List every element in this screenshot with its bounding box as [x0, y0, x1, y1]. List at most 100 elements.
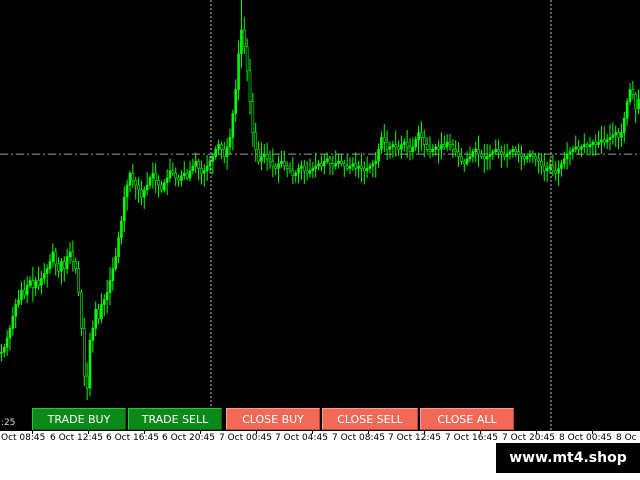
candle-body — [8, 328, 12, 339]
candle-body — [428, 149, 432, 152]
candle-body — [282, 160, 286, 167]
candle-body — [357, 165, 360, 169]
candle-body — [148, 177, 152, 186]
candle-body — [520, 153, 523, 157]
candle-body — [302, 165, 306, 172]
candle-body — [48, 261, 52, 269]
candle-body — [354, 163, 358, 169]
candle-body — [25, 285, 29, 296]
candle-body — [408, 146, 412, 153]
candle-body — [288, 168, 292, 172]
candle-body — [614, 132, 618, 136]
candle-body — [351, 163, 355, 167]
candle-body — [468, 156, 472, 160]
candle-body — [128, 172, 132, 186]
candle-body — [308, 170, 312, 174]
candle-body — [242, 29, 246, 47]
candle-body — [374, 160, 378, 164]
candle-body — [91, 328, 95, 341]
candle-body — [40, 277, 43, 286]
candle-body — [217, 144, 220, 150]
candle-body — [80, 292, 83, 329]
trade-sell-button[interactable]: TRADE SELL — [128, 408, 222, 430]
candle-body — [385, 141, 389, 150]
candle-body — [617, 132, 620, 138]
candle-body — [531, 153, 535, 157]
candle-body — [322, 160, 326, 167]
day-separators — [210, 0, 552, 430]
candle-body — [14, 304, 18, 317]
candle-body — [145, 184, 149, 191]
candle-body — [45, 268, 49, 274]
candle-body — [411, 146, 415, 153]
candle-body — [620, 132, 623, 138]
candle-body — [300, 165, 303, 169]
candle-body — [325, 158, 329, 162]
candle-body — [165, 177, 169, 184]
candle-body — [454, 149, 458, 152]
candle-body — [60, 261, 63, 272]
candle-body — [240, 29, 243, 55]
candle-body — [565, 153, 569, 160]
time-tick-label: 8 Oc — [616, 433, 637, 443]
candle-body — [51, 251, 55, 262]
candle-body — [537, 158, 540, 162]
candle-body — [451, 144, 455, 150]
candle-body — [577, 146, 580, 150]
time-tick-label: 7 Oct 12:45 — [388, 433, 441, 443]
candle-body — [448, 141, 452, 145]
candle-body — [348, 165, 352, 169]
candle-body — [265, 153, 269, 160]
candle-body — [597, 141, 600, 145]
candle-body — [425, 144, 429, 150]
candle-body — [102, 299, 106, 305]
candle-body — [611, 134, 615, 138]
candle-body — [234, 89, 238, 114]
candle-body — [94, 308, 98, 329]
candle-body — [22, 289, 26, 296]
candle-body — [114, 256, 118, 269]
candle-body — [508, 151, 512, 155]
candle-body — [237, 53, 240, 90]
candle-body — [471, 151, 475, 157]
candle-body — [365, 168, 369, 172]
close-all-button[interactable]: CLOSE ALL — [420, 408, 514, 430]
time-tick-label: 7 Oct 16:45 — [445, 433, 498, 443]
candle-body — [585, 144, 589, 148]
candle-body — [257, 149, 260, 162]
candle-body — [151, 172, 155, 179]
candle-body — [260, 156, 263, 162]
candle-body — [171, 170, 175, 174]
candle-body — [297, 168, 300, 174]
candle-body — [200, 168, 203, 174]
candle-body — [317, 163, 320, 167]
candle-body — [205, 165, 209, 172]
candle-body — [522, 156, 526, 160]
candle-body — [31, 280, 35, 289]
time-tick-label: 7 Oct 00:45 — [219, 433, 272, 443]
candle-body — [277, 163, 280, 169]
candle-body — [28, 280, 32, 286]
trade-buy-button[interactable]: TRADE BUY — [32, 408, 126, 430]
candle-body — [88, 340, 92, 389]
close-buy-button[interactable]: CLOSE BUY — [226, 408, 320, 430]
candle-body — [85, 375, 89, 389]
candle-body — [248, 70, 252, 102]
candle-body — [231, 113, 235, 138]
close-sell-button[interactable]: CLOSE SELL — [322, 408, 418, 430]
candle-body — [222, 149, 226, 157]
candle-body — [202, 170, 206, 174]
candle-body — [485, 156, 489, 160]
candle-body — [551, 165, 555, 172]
candle-body — [97, 308, 100, 320]
candle-body — [554, 170, 558, 174]
candle-body — [160, 184, 163, 191]
candle-body — [345, 165, 349, 169]
time-tick-label: 7 Oct 20:45 — [502, 433, 555, 443]
price-chart[interactable] — [0, 0, 640, 430]
candle-body — [480, 153, 483, 157]
candle-body — [420, 132, 423, 138]
candle-body — [417, 132, 420, 141]
candle-body — [574, 146, 578, 150]
candle-body — [625, 101, 629, 119]
